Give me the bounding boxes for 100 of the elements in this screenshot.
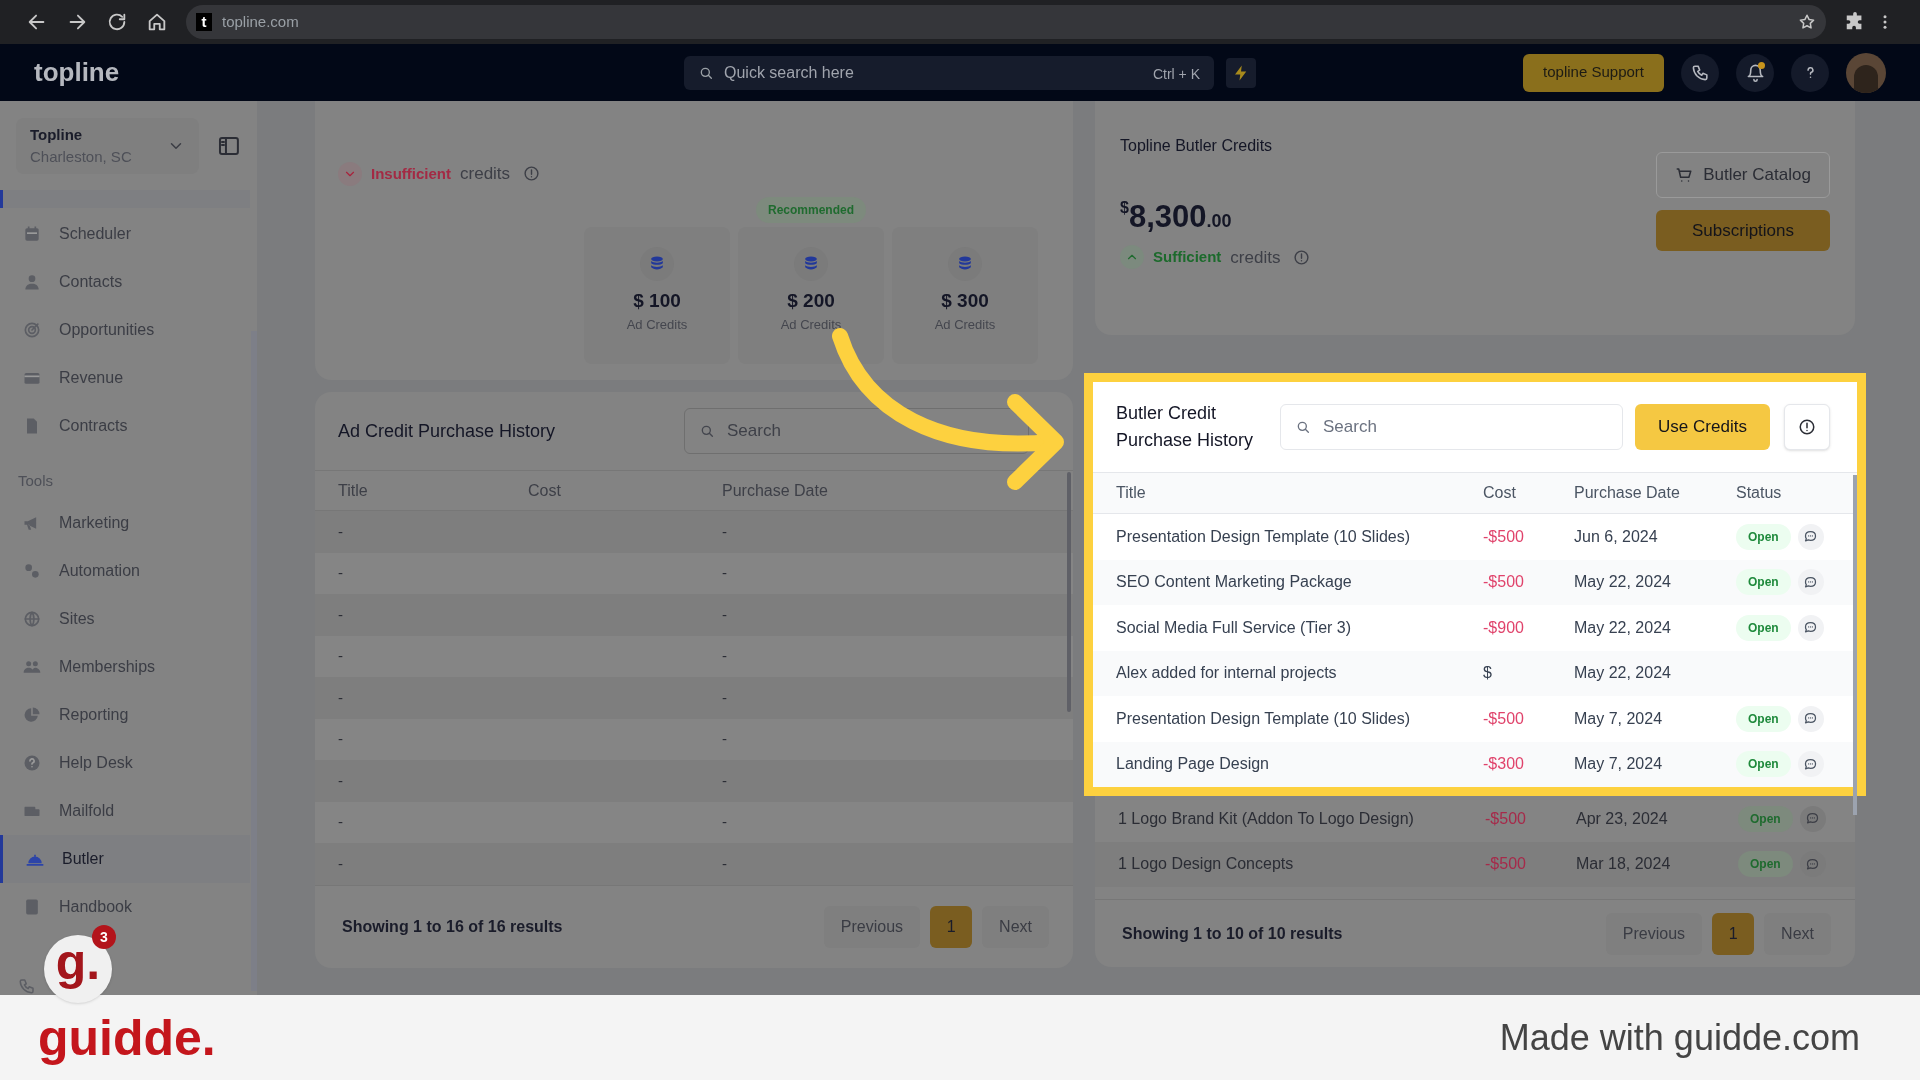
table-cell-text: -$900 [1483, 617, 1525, 638]
sidebar-item[interactable]: Revenue [0, 354, 250, 402]
support-button[interactable]: topline Support [1523, 53, 1664, 92]
home-icon[interactable] [146, 11, 168, 33]
target-icon [22, 320, 42, 340]
sidebar-item[interactable]: Contacts [0, 258, 250, 306]
column-header: Title [338, 480, 369, 501]
table-cell-text: May 22, 2024 [1574, 663, 1672, 684]
sidebar-item[interactable]: Sites [0, 594, 250, 643]
search-icon [699, 423, 715, 439]
previous-button[interactable]: Previous [823, 905, 921, 948]
reload-icon[interactable] [106, 11, 128, 33]
sidebar-item[interactable]: Opportunities [0, 306, 250, 354]
status-badge: Open [1736, 705, 1791, 732]
logo[interactable]: topline [34, 53, 684, 92]
notification-count: 3 [92, 925, 116, 949]
use-credits-button[interactable]: Use Credits [1635, 404, 1770, 450]
credit-package-card[interactable]: $ 200 Ad Credits [738, 226, 884, 364]
status-text: credits [460, 163, 511, 185]
page-button[interactable]: 1 [930, 905, 973, 948]
recommended-badge: Recommended [756, 196, 866, 223]
table-cell-text: - [722, 563, 728, 583]
table-cell-text: - [722, 770, 728, 791]
status-badge: Open [1736, 614, 1791, 641]
sidebar-item[interactable]: Contracts [0, 402, 250, 450]
info-icon[interactable] [1293, 248, 1311, 266]
subscriptions-button[interactable]: Subscriptions [1656, 210, 1830, 251]
chevron-up-icon [1120, 245, 1144, 270]
sidebar-item[interactable]: Marketing [0, 498, 250, 547]
comment-button[interactable] [1797, 705, 1824, 732]
table-cell-text: -$500 [1483, 572, 1525, 593]
bookmark-star-icon[interactable] [1798, 13, 1816, 31]
sidebar-item[interactable]: Memberships [0, 642, 250, 691]
cart-icon [1675, 166, 1694, 184]
column-header: Purchase Date [722, 480, 829, 501]
credit-package-card[interactable]: $ 300 Ad Credits [892, 226, 1038, 364]
table-cell-text: - [722, 812, 728, 832]
table-cell-text: Apr 23, 2024 [1576, 808, 1669, 829]
quick-action-button[interactable] [1226, 57, 1256, 88]
table-cell-text: - [338, 604, 344, 625]
catalog-button[interactable]: Butler Catalog [1656, 152, 1830, 198]
comment-button[interactable] [1797, 569, 1824, 596]
status-label: Sufficient [1153, 247, 1222, 267]
sidebar-item[interactable]: Reporting [0, 690, 250, 739]
package-label: Ad Credits [934, 316, 996, 334]
status-badge: Open [1736, 569, 1791, 596]
package-amount: $ 200 [787, 288, 835, 313]
status-badge: Open [1738, 851, 1793, 878]
scrollbar[interactable] [1853, 475, 1857, 815]
comment-button[interactable] [1797, 614, 1824, 641]
table-cell-text: Presentation Design Template (10 Slides) [1116, 708, 1412, 729]
sidebar-toggle-icon[interactable] [217, 134, 241, 158]
guidde-logo[interactable]: guidde. [38, 1012, 216, 1063]
section-title: Butler Credit Purchase History [1116, 402, 1255, 452]
status-badge: Open [1738, 805, 1793, 832]
table-cell-text: $ [1483, 663, 1493, 684]
status-badge: Open [1736, 751, 1791, 778]
chat-bubble-icon [1803, 711, 1819, 727]
comment-button[interactable] [1797, 523, 1824, 550]
table-cell-text: - [338, 812, 344, 832]
sidebar-item[interactable]: Mailfold [0, 786, 250, 835]
status-text: credits [1230, 246, 1281, 269]
table-cell-text: Mar 18, 2024 [1576, 854, 1672, 875]
table-cell-text: Landing Page Design [1116, 754, 1270, 775]
previous-button[interactable]: Previous [1605, 912, 1703, 955]
sidebar-item[interactable]: Scheduler [0, 210, 250, 258]
table-cell-text: -$500 [1483, 526, 1525, 547]
column-header: Title [1116, 483, 1147, 503]
sidebar-item[interactable]: Automation [0, 546, 250, 595]
chevron-down-icon [338, 161, 362, 186]
scrollbar[interactable] [1067, 472, 1071, 712]
call-button[interactable] [1681, 53, 1719, 92]
notifications-button[interactable] [1736, 53, 1774, 92]
info-icon[interactable] [523, 165, 541, 183]
next-button[interactable]: Next [982, 905, 1049, 948]
info-button[interactable] [1784, 404, 1830, 450]
bell-icon [1745, 63, 1765, 82]
next-button[interactable]: Next [1764, 912, 1831, 955]
sidebar-item[interactable]: Butler [0, 834, 250, 883]
comment-button[interactable] [1797, 751, 1824, 778]
chat-bubble-icon [1805, 856, 1821, 872]
address-bar[interactable]: t topline.com [186, 5, 1826, 39]
table-cell-text: May 22, 2024 [1574, 572, 1672, 593]
chat-bubble-icon [1803, 529, 1819, 545]
package-amount: $ 300 [941, 288, 989, 313]
credit-balance: $8,300.00 [1120, 198, 1233, 236]
status-badge: Open [1736, 523, 1791, 550]
column-header: Cost [1483, 483, 1517, 503]
person-icon [22, 272, 42, 292]
table-cell-text: - [722, 729, 728, 749]
credit-package-card[interactable]: $ 100 Ad Credits [584, 226, 730, 364]
sidebar-item[interactable]: Help Desk [0, 738, 250, 787]
account-name: Topline [30, 124, 84, 145]
package-label: Ad Credits [626, 316, 688, 334]
shortcut-hint: Ctrl + K [1152, 64, 1200, 84]
table-cell-text: Alex added for internal projects [1116, 663, 1338, 684]
table-cell-text: - [722, 646, 728, 666]
table-cell-text: - [338, 770, 344, 791]
comment-button[interactable] [1799, 805, 1826, 832]
page-button[interactable]: 1 [1712, 912, 1755, 955]
